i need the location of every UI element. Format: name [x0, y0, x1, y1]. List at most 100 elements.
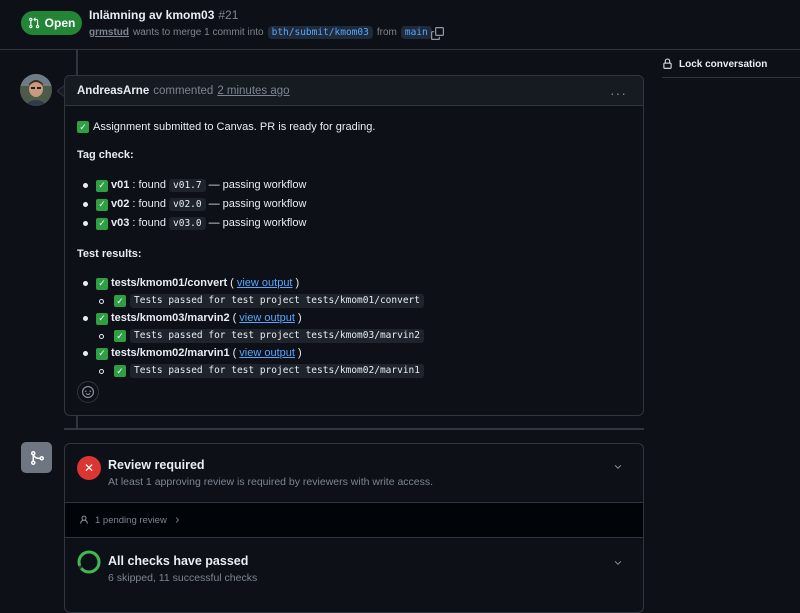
test-detail: Tests passed for test project tests/kmom… — [130, 329, 424, 343]
list-item: ✓ tests/kmom03/marvin2 (view output) ✓ T… — [77, 310, 631, 345]
avatar-image — [20, 74, 52, 106]
sub-bullet — [99, 333, 104, 339]
chevron-down-icon[interactable] — [613, 462, 623, 475]
check-mark-icon: ✓ — [96, 217, 108, 230]
add-reaction-button[interactable] — [77, 381, 99, 403]
test-results-heading: Test results: — [77, 247, 142, 260]
pr-author-link[interactable]: grmstud — [89, 27, 129, 38]
check-mark-icon: ✓ — [114, 365, 126, 377]
person-icon — [80, 515, 88, 524]
review-required-section[interactable]: ✕ Review required At least 1 approving r… — [65, 444, 643, 503]
list-item: ✓ v02: found v02.0 — passing workflow — [77, 195, 631, 214]
checks-progress-ring-icon — [77, 550, 101, 574]
tag-version: v03.0 — [169, 216, 206, 231]
tag-result: — passing workflow — [208, 198, 307, 210]
view-output-link[interactable]: view output — [239, 313, 295, 324]
comment-action: commented — [153, 84, 214, 97]
pr-title-text: Inlämning av kmom03 — [89, 8, 215, 22]
copy-icon[interactable] — [431, 27, 444, 40]
merge-text: wants to merge 1 commit into — [133, 27, 264, 38]
pending-review-label: 1 pending review — [95, 514, 167, 526]
tag-result: — passing workflow — [208, 179, 307, 191]
check-mark-icon: ✓ — [114, 330, 126, 342]
list-item: ✓ tests/kmom01/convert (view output) ✓ T… — [77, 275, 631, 310]
avatar[interactable] — [20, 74, 52, 106]
comment-author-link[interactable]: AndreasArne — [77, 85, 149, 97]
paren-open: ( — [232, 347, 237, 359]
smiley-icon — [82, 386, 94, 398]
pr-state-badge: Open — [21, 11, 82, 35]
bullet — [83, 351, 88, 356]
test-name: tests/kmom02/marvin1 — [111, 347, 230, 359]
merge-box: ✕ Review required At least 1 approving r… — [64, 443, 644, 613]
comment-intro: ✓ Assignment submitted to Canvas. PR is … — [77, 120, 631, 134]
from-text: from — [376, 27, 397, 38]
base-branch[interactable]: bth/submit/kmom03 — [267, 26, 373, 39]
check-mark-icon: ✓ — [96, 312, 108, 325]
tag-check-heading: Tag check: — [77, 148, 134, 161]
intro-text: Assignment submitted to Canvas. PR is re… — [93, 120, 376, 133]
tag-result: — passing workflow — [208, 217, 307, 229]
chevron-right-icon — [175, 517, 179, 523]
pr-header: Open Inlämning av kmom03 #21 grmstud want… — [0, 0, 800, 50]
tag-version: v02.0 — [169, 197, 206, 212]
tag-found: : found — [132, 217, 166, 229]
comment-timestamp-link[interactable]: 2 minutes ago — [217, 85, 289, 97]
test-name: tests/kmom01/convert — [111, 277, 228, 289]
git-merge-icon — [30, 450, 44, 465]
kebab-menu-icon[interactable]: ··· — [610, 85, 627, 101]
sub-bullet — [99, 298, 104, 304]
comment-body: ✓ Assignment submitted to Canvas. PR is … — [65, 106, 643, 394]
test-name: tests/kmom03/marvin2 — [111, 312, 230, 324]
lock-conversation-button[interactable]: Lock conversation — [662, 58, 767, 70]
state-label: Open — [44, 16, 76, 30]
head-branch[interactable]: main — [400, 26, 432, 39]
checks-section[interactable]: All checks have passed 6 skipped, 11 suc… — [65, 538, 643, 598]
lock-icon — [663, 58, 672, 69]
pr-meta: grmstud wants to merge 1 commit into bth… — [89, 26, 432, 39]
pr-title: Inlämning av kmom03 #21 — [89, 8, 238, 22]
tag-name: v01 — [111, 179, 130, 191]
review-required-subtitle: At least 1 approving review is required … — [108, 476, 434, 488]
check-mark-icon: ✓ — [96, 277, 108, 290]
git-pull-request-icon — [28, 17, 39, 29]
check-mark-icon: ✓ — [96, 179, 108, 192]
check-mark-icon: ✓ — [96, 347, 108, 360]
sidebar-divider — [662, 77, 800, 78]
review-required-title: Review required — [108, 458, 205, 472]
timeline-divider — [64, 428, 644, 430]
comment-box: AndreasArne commented 2 minutes ago ··· … — [64, 75, 644, 416]
bullet — [83, 221, 88, 226]
view-output-link[interactable]: view output — [237, 278, 293, 289]
pending-review-row[interactable]: 1 pending review — [65, 503, 643, 538]
check-mark-icon: ✓ — [77, 121, 89, 133]
bullet — [83, 316, 88, 321]
sub-bullet — [99, 368, 104, 374]
bullet — [83, 281, 88, 286]
paren-close: ) — [295, 277, 300, 289]
list-item: ✓ v01: found v01.7 — passing workflow — [77, 176, 631, 195]
paren-open: ( — [232, 312, 237, 324]
bullet — [83, 202, 88, 207]
lock-conversation-label: Lock conversation — [679, 58, 768, 70]
bullet — [83, 183, 88, 188]
check-mark-icon: ✓ — [96, 198, 108, 211]
pr-number: #21 — [218, 8, 239, 22]
chevron-down-icon[interactable] — [613, 558, 623, 571]
tag-found: : found — [132, 179, 166, 191]
test-detail: Tests passed for test project tests/kmom… — [130, 364, 424, 378]
paren-close: ) — [297, 347, 302, 359]
merge-status-icon — [21, 442, 52, 473]
tag-name: v03 — [111, 217, 130, 229]
paren-close: ) — [297, 312, 302, 324]
paren-open: ( — [230, 277, 234, 289]
test-detail: Tests passed for test project tests/kmom… — [130, 294, 424, 308]
checks-title: All checks have passed — [108, 554, 249, 568]
tag-name: v02 — [111, 198, 130, 210]
x-circle-icon: ✕ — [77, 456, 101, 480]
checks-subtitle: 6 skipped, 11 successful checks — [108, 572, 258, 584]
list-item: ✓ v03: found v03.0 — passing workflow — [77, 214, 631, 233]
view-output-link[interactable]: view output — [239, 348, 295, 359]
test-list: ✓ tests/kmom01/convert (view output) ✓ T… — [77, 275, 631, 380]
list-item: ✓ tests/kmom02/marvin1 (view output) ✓ T… — [77, 345, 631, 380]
